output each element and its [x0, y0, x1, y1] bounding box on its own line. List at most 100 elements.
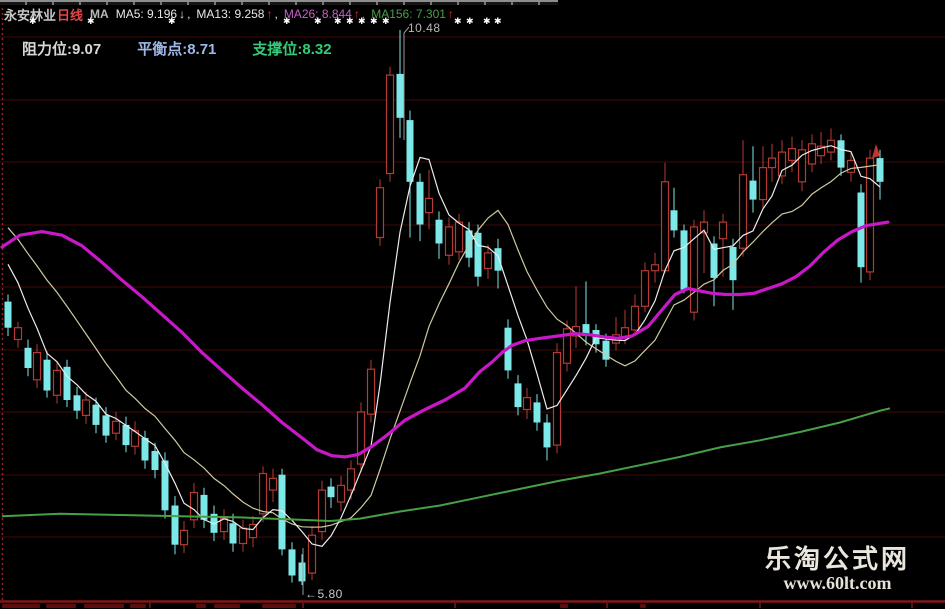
signal-star-icon: ✱ [382, 16, 390, 26]
stock-chart-app: 永安林业 日线 MA MA5: 9.196 ↓, MA13: 9.258 ↑, MA26:… [0, 0, 945, 609]
cutoff-text-fragment [560, 604, 568, 608]
candle-body [522, 397, 532, 411]
signal-star-icon: ✱ [466, 16, 474, 26]
signal-star-icon: ✱ [346, 16, 354, 26]
signal-star-icon: ✱ [29, 16, 37, 26]
candle-body [336, 484, 346, 503]
low-arrow-icon: ← [305, 587, 318, 601]
candle-body [317, 489, 327, 533]
candle-body [680, 230, 688, 290]
candle-body [13, 327, 23, 341]
candle-body [102, 415, 110, 436]
candlestick-chart[interactable] [0, 0, 945, 609]
cutoff-text-fragment [46, 604, 76, 608]
candle-body [122, 424, 130, 446]
period-label[interactable]: 日线 [57, 5, 83, 24]
cutoff-text-fragment [130, 604, 146, 608]
candle-body [483, 252, 493, 269]
candle-body [52, 369, 62, 396]
candle-body [229, 523, 237, 544]
signal-star-icon: ✱ [483, 16, 491, 26]
candle-body [416, 181, 424, 225]
candle-body [141, 437, 149, 461]
signal-star-icon: ✱ [87, 16, 95, 26]
signal-star-icon: ✱ [168, 16, 176, 26]
trend-arrow-icon: ↓ [179, 7, 186, 21]
candle-body [327, 486, 335, 498]
ma-readout-ma5: MA5: 9.196 ↓, [115, 7, 191, 21]
candle-body [258, 472, 268, 515]
candle-body [385, 74, 395, 175]
cutoff-text-fragment [262, 604, 296, 608]
candle-body [346, 468, 356, 491]
candle-body [494, 248, 502, 271]
candle-body [749, 180, 757, 200]
candle-body [111, 420, 121, 434]
candle-body [92, 404, 100, 425]
watermark-url: www.60lt.com [783, 573, 892, 593]
level-readout: 平衡点:8.71 [137, 41, 217, 58]
signal-star-icon: ✱ [370, 16, 378, 26]
candle-body [660, 181, 670, 272]
candle-body [543, 422, 551, 448]
level-readout: 支撑位:8.32 [252, 41, 332, 58]
candle-body [43, 359, 51, 391]
candle-body [238, 527, 248, 545]
candle-body [444, 226, 454, 256]
signal-star-icon: ✱ [454, 16, 462, 26]
candle-body [81, 399, 91, 416]
candle-body [32, 352, 42, 381]
buy-signal-arrow-icon [872, 144, 880, 158]
candle-body [640, 270, 650, 307]
candle-body [758, 167, 768, 201]
ma-readout-ma13: MA13: 9.258 ↑, [196, 7, 278, 21]
candle-body [767, 157, 777, 169]
candle-body [278, 474, 286, 550]
high-price-label: 10.48 [408, 21, 441, 35]
candle-body [514, 383, 522, 408]
signal-star-icon: ✱ [283, 16, 291, 26]
candle-body [689, 226, 699, 313]
candle-body [4, 301, 12, 328]
candle-body [406, 120, 414, 182]
signal-star-icon: ✱ [494, 16, 502, 26]
levels-row: 阻力位:9.07 平衡点:8.71 支撑位:8.32 [22, 38, 332, 59]
trend-arrow-icon: ↑ [266, 7, 273, 21]
candle-body [533, 402, 541, 423]
watermark-site-name: 乐淘公式网 [764, 544, 910, 574]
candle-body [650, 264, 660, 272]
candle-body [366, 368, 376, 415]
candle-body [718, 221, 728, 240]
candle-body [268, 477, 278, 491]
watermark: 乐淘公式网 www.60lt.com [755, 544, 920, 593]
level-readout: 阻力位:9.07 [22, 41, 102, 58]
ma5-line [7, 145, 881, 547]
candle-body [787, 148, 797, 162]
signal-star-icon: ✱ [314, 16, 322, 26]
candle-body [454, 221, 464, 253]
candle-body [876, 158, 884, 182]
cutoff-text-fragment [196, 604, 206, 608]
cutoff-text-fragment [2, 604, 40, 608]
candle-body [474, 232, 482, 277]
candle-body [73, 395, 81, 411]
candle-body [552, 352, 562, 446]
candle-body [424, 197, 434, 214]
signal-star-icon: ✱ [358, 16, 366, 26]
ma13-line [7, 164, 881, 528]
candle-body [670, 210, 678, 231]
candle-body [435, 219, 443, 244]
candle-body [846, 159, 856, 173]
candle-body [375, 187, 385, 239]
candle-body [777, 151, 787, 177]
candle-body [356, 411, 366, 465]
candle-body [396, 73, 404, 118]
candle-body [151, 451, 159, 470]
candle-body [24, 347, 32, 368]
candle-body [171, 505, 179, 545]
signal-star-icon: ✱ [334, 16, 342, 26]
low-price-label: ←5.80 [305, 587, 343, 601]
candle-body [837, 140, 845, 168]
candle-body [298, 562, 306, 582]
cutoff-text-fragment [84, 604, 124, 608]
